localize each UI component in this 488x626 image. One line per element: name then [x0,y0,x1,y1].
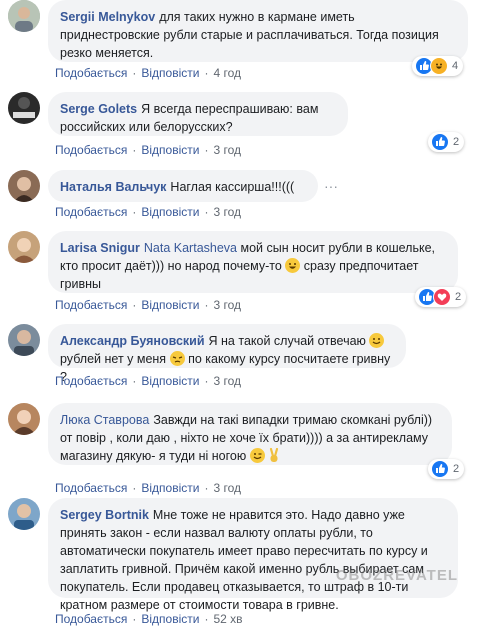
comment-time[interactable]: 3 год [213,481,241,495]
comment-author[interactable]: Larisa Snigur [60,241,140,255]
comment-author[interactable]: Sergii Melnykov [60,10,155,24]
like-icon [431,133,449,151]
reply-link[interactable]: Відповісти [141,298,199,312]
reply-link[interactable]: Відповісти [141,612,199,626]
comment-bubble: Александр Буяновский Я на такой случай от… [48,324,406,384]
like-link[interactable]: Подобається [55,66,127,80]
comment-text-continued: рублей нет у меня [60,352,167,366]
comment-bubble: Люка Ставрова Завжди на такі випадки трим… [48,403,452,465]
like-icon [431,460,449,478]
watermark: OBOZREVATEL [335,567,458,584]
reply-link[interactable]: Відповісти [141,205,199,219]
like-link[interactable]: Подобається [55,612,127,626]
comment-text: Я на такой случай отвечаю [208,334,366,348]
comment-author[interactable]: Люка Ставрова [60,413,149,427]
avatar[interactable] [8,231,40,263]
reaction-summary[interactable]: 2 [415,287,467,307]
heart-icon [433,288,451,306]
comment-author[interactable]: Serge Golets [60,102,137,116]
comment-time[interactable]: 3 год [213,205,241,219]
reaction-count: 2 [453,463,460,475]
avatar[interactable] [8,403,40,435]
comment-time[interactable]: 3 год [213,374,241,388]
comment-author[interactable]: Наталья Вальчук [60,180,166,194]
comment-time[interactable]: 3 год [213,143,241,157]
laughing-emoji-icon [285,258,301,273]
avatar[interactable] [8,498,40,530]
comment-text: Мне тоже не нравится это. Надо давно уже… [60,508,428,612]
avatar[interactable] [8,170,40,202]
comment-bubble: Sergii Melnykov для таких нужно в кармане… [48,0,468,62]
comment-bubble: Larisa Snigur Nata Kartasheva мой сын нос… [48,231,458,293]
comment-actions: Подобається · Відповісти · 3 год [55,143,241,157]
reply-link[interactable]: Відповісти [141,374,199,388]
smiling-emoji-icon [369,333,385,348]
like-link[interactable]: Подобається [55,143,127,157]
comment-actions: Подобається · Відповісти · 3 год [55,298,241,312]
like-link[interactable]: Подобається [55,298,127,312]
disappointed-emoji-icon [169,351,185,366]
comment-time[interactable]: 52 хв [213,612,242,626]
avatar[interactable] [8,92,40,124]
comment-time[interactable]: 4 год [213,66,241,80]
mention-link[interactable]: Nata Kartasheva [144,241,237,255]
comment-bubble: Наталья Вальчук Наглая кассирша!!!((( [48,170,318,202]
comment-actions: Подобається · Відповісти · 3 год [55,481,241,495]
reaction-count: 2 [453,136,460,148]
reaction-summary[interactable]: 4 [412,56,464,76]
comment-text: Наглая кассирша!!!((( [170,180,295,194]
reply-link[interactable]: Відповісти [141,66,199,80]
comment-author[interactable]: Sergey Bortnik [60,508,149,522]
avatar[interactable] [8,324,40,356]
like-link[interactable]: Подобається [55,374,127,388]
comment-actions: Подобається · Відповісти · 4 год [55,66,241,80]
comment-author[interactable]: Александр Буяновский [60,334,205,348]
comment-actions: Подобається · Відповісти · 52 хв [55,612,243,626]
comment-time[interactable]: 3 год [213,298,241,312]
victory-hand-icon [268,447,280,463]
like-link[interactable]: Подобається [55,205,127,219]
comment-bubble: Serge Golets Я всегда переспрашиваю: вам … [48,92,348,136]
reaction-summary[interactable]: 2 [428,132,465,152]
reaction-count: 4 [452,60,459,72]
reaction-summary[interactable]: 2 [428,459,465,479]
comment-actions: Подобається · Відповісти · 3 год [55,374,241,388]
reaction-count: 2 [455,291,462,303]
winking-emoji-icon [249,448,265,463]
reply-link[interactable]: Відповісти [141,143,199,157]
reply-link[interactable]: Відповісти [141,481,199,495]
like-link[interactable]: Подобається [55,481,127,495]
haha-icon [430,57,448,75]
comment-actions: Подобається · Відповісти · 3 год [55,205,241,219]
more-options-icon[interactable]: ··· [324,178,344,198]
avatar[interactable] [8,0,40,32]
